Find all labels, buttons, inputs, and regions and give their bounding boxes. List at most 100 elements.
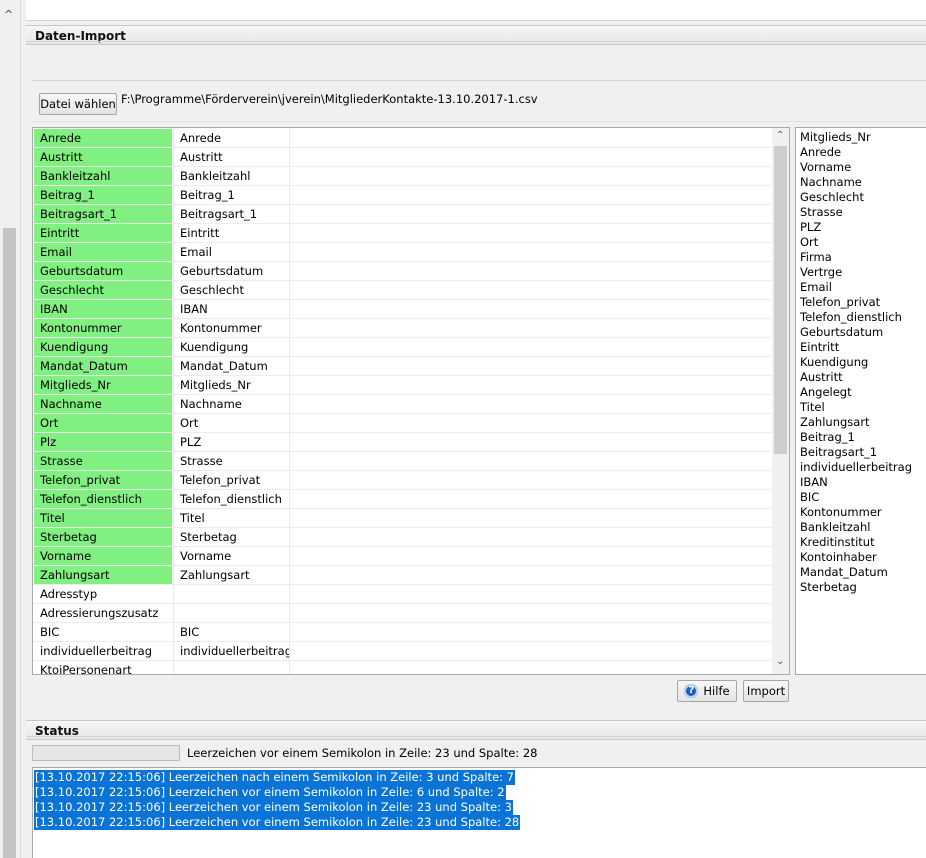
target-field-cell[interactable]: Austritt — [173, 148, 289, 166]
target-field-cell[interactable]: Email — [173, 243, 289, 261]
table-row[interactable]: BIC BIC — [33, 623, 773, 642]
target-field-cell[interactable]: Ort — [173, 414, 289, 432]
list-item[interactable]: Austritt — [800, 370, 843, 385]
table-row[interactable]: Titel Titel — [33, 509, 773, 528]
table-row[interactable]: Beitragsart_1 Beitragsart_1 — [33, 205, 773, 224]
list-item[interactable]: Beitrag_1 — [800, 430, 855, 445]
list-item[interactable]: Ort — [800, 235, 818, 250]
target-field-cell[interactable]: Zahlungsart — [173, 566, 289, 584]
list-item[interactable]: Eintritt — [800, 340, 839, 355]
list-item[interactable]: Telefon_privat — [800, 295, 880, 310]
list-item[interactable]: PLZ — [800, 220, 821, 235]
csv-field-list[interactable]: Mitglieds_Nr Anrede Vorname Nachname Geschle… — [795, 127, 926, 675]
table-row[interactable]: Kuendigung Kuendigung — [33, 338, 773, 357]
list-item[interactable]: Strasse — [800, 205, 843, 220]
target-field-cell[interactable]: Strasse — [173, 452, 289, 470]
table-row[interactable]: Austritt Austritt — [33, 148, 773, 167]
target-field-cell[interactable]: Telefon_dienstlich — [173, 490, 289, 508]
table-row[interactable]: Email Email — [33, 243, 773, 262]
list-item[interactable]: Firma — [800, 250, 832, 265]
list-item[interactable]: Angelegt — [800, 385, 852, 400]
table-row[interactable]: Plz PLZ — [33, 433, 773, 452]
log-entry[interactable]: [13.10.2017 22:15:06] Leerzeichen vor ei… — [34, 800, 513, 815]
table-row[interactable]: Adressierungszusatz — [33, 604, 773, 623]
table-row[interactable]: Kontonummer Kontonummer — [33, 319, 773, 338]
target-field-cell[interactable]: BIC — [173, 623, 289, 641]
left-panel-scrollbar[interactable]: ^ — [0, 0, 21, 858]
table-row[interactable]: Vorname Vorname — [33, 547, 773, 566]
target-field-cell[interactable]: IBAN — [173, 300, 289, 318]
table-row[interactable]: Mitglieds_Nr Mitglieds_Nr — [33, 376, 773, 395]
target-field-cell[interactable] — [173, 585, 289, 603]
target-field-cell[interactable]: Kuendigung — [173, 338, 289, 356]
table-row[interactable]: Bankleitzahl Bankleitzahl — [33, 167, 773, 186]
target-field-cell[interactable]: Anrede — [173, 129, 289, 147]
target-field-cell[interactable]: Eintritt — [173, 224, 289, 242]
table-row[interactable]: Zahlungsart Zahlungsart — [33, 566, 773, 585]
table-row[interactable]: Geburtsdatum Geburtsdatum — [33, 262, 773, 281]
target-field-cell[interactable]: individuellerbeitrag — [173, 642, 289, 660]
table-row[interactable]: Mandat_Datum Mandat_Datum — [33, 357, 773, 376]
list-item[interactable]: Anrede — [800, 145, 841, 160]
target-field-cell[interactable]: Bankleitzahl — [173, 167, 289, 185]
list-item[interactable]: Titel — [800, 400, 825, 415]
table-row[interactable]: Geschlecht Geschlecht — [33, 281, 773, 300]
target-field-cell[interactable]: PLZ — [173, 433, 289, 451]
table-row[interactable]: Telefon_privat Telefon_privat — [33, 471, 773, 490]
target-field-cell[interactable]: Geschlecht — [173, 281, 289, 299]
target-field-cell[interactable] — [173, 604, 289, 622]
column-mapping-table[interactable]: Anrede Anrede Austritt Austritt Bankleitzahl… — [32, 127, 790, 675]
mapping-table-scrollbar[interactable]: ⌃ ⌄ — [772, 128, 789, 674]
list-item[interactable]: IBAN — [800, 475, 828, 490]
table-row[interactable]: Adresstyp — [33, 585, 773, 604]
list-item[interactable]: Kreditinstitut — [800, 535, 875, 550]
list-item[interactable]: Telefon_dienstlich — [800, 310, 902, 325]
log-entry[interactable]: [13.10.2017 22:15:06] Leerzeichen vor ei… — [34, 785, 506, 800]
list-item[interactable]: Sterbetag — [800, 580, 857, 595]
list-item[interactable]: Vertrge — [800, 265, 842, 280]
list-item[interactable]: Vorname — [800, 160, 851, 175]
import-button[interactable]: Import — [743, 680, 789, 702]
list-item[interactable]: Zahlungsart — [800, 415, 870, 430]
target-field-cell[interactable]: Mandat_Datum — [173, 357, 289, 375]
table-row[interactable]: Beitrag_1 Beitrag_1 — [33, 186, 773, 205]
target-field-cell[interactable]: Mitglieds_Nr — [173, 376, 289, 394]
target-field-cell[interactable]: Beitragsart_1 — [173, 205, 289, 223]
target-field-cell[interactable]: Beitrag_1 — [173, 186, 289, 204]
status-log[interactable]: [13.10.2017 22:15:06] Leerzeichen nach e… — [32, 767, 926, 858]
left-scrollbar-thumb[interactable] — [3, 228, 16, 858]
scroll-down-icon[interactable]: ⌄ — [776, 656, 784, 667]
list-item[interactable]: Kontoinhaber — [800, 550, 877, 565]
list-item[interactable]: Nachname — [800, 175, 862, 190]
table-row[interactable]: KtoiPersonenart — [33, 661, 773, 674]
list-item[interactable]: Mandat_Datum — [800, 565, 888, 580]
list-item[interactable]: Mitglieds_Nr — [800, 130, 871, 145]
target-field-cell[interactable] — [173, 661, 289, 674]
table-row[interactable]: Sterbetag Sterbetag — [33, 528, 773, 547]
choose-file-button[interactable]: Datei wählen — [39, 93, 117, 115]
table-row[interactable]: Nachname Nachname — [33, 395, 773, 414]
table-row[interactable]: Telefon_dienstlich Telefon_dienstlich — [33, 490, 773, 509]
list-item[interactable]: Geburtsdatum — [800, 325, 883, 340]
chevron-up-icon[interactable]: ^ — [4, 8, 13, 21]
table-row[interactable]: Eintritt Eintritt — [33, 224, 773, 243]
target-field-cell[interactable]: Titel — [173, 509, 289, 527]
target-field-cell[interactable]: Nachname — [173, 395, 289, 413]
target-field-cell[interactable]: Geburtsdatum — [173, 262, 289, 280]
table-row[interactable]: Strasse Strasse — [33, 452, 773, 471]
help-button[interactable]: ? Hilfe — [677, 680, 737, 702]
target-field-cell[interactable]: Sterbetag — [173, 528, 289, 546]
log-entry[interactable]: [13.10.2017 22:15:06] Leerzeichen vor ei… — [34, 815, 521, 830]
list-item[interactable]: BIC — [800, 490, 819, 505]
target-field-cell[interactable]: Kontonummer — [173, 319, 289, 337]
table-row[interactable]: IBAN IBAN — [33, 300, 773, 319]
list-item[interactable]: Bankleitzahl — [800, 520, 870, 535]
mapping-scrollbar-thumb[interactable] — [774, 146, 787, 454]
log-entry[interactable]: [13.10.2017 22:15:06] Leerzeichen nach e… — [34, 770, 515, 785]
list-item[interactable]: Beitragsart_1 — [800, 445, 877, 460]
list-item[interactable]: Kontonummer — [800, 505, 882, 520]
list-item[interactable]: Geschlecht — [800, 190, 864, 205]
list-item[interactable]: Kuendigung — [800, 355, 868, 370]
table-row[interactable]: Anrede Anrede — [33, 129, 773, 148]
target-field-cell[interactable]: Vorname — [173, 547, 289, 565]
